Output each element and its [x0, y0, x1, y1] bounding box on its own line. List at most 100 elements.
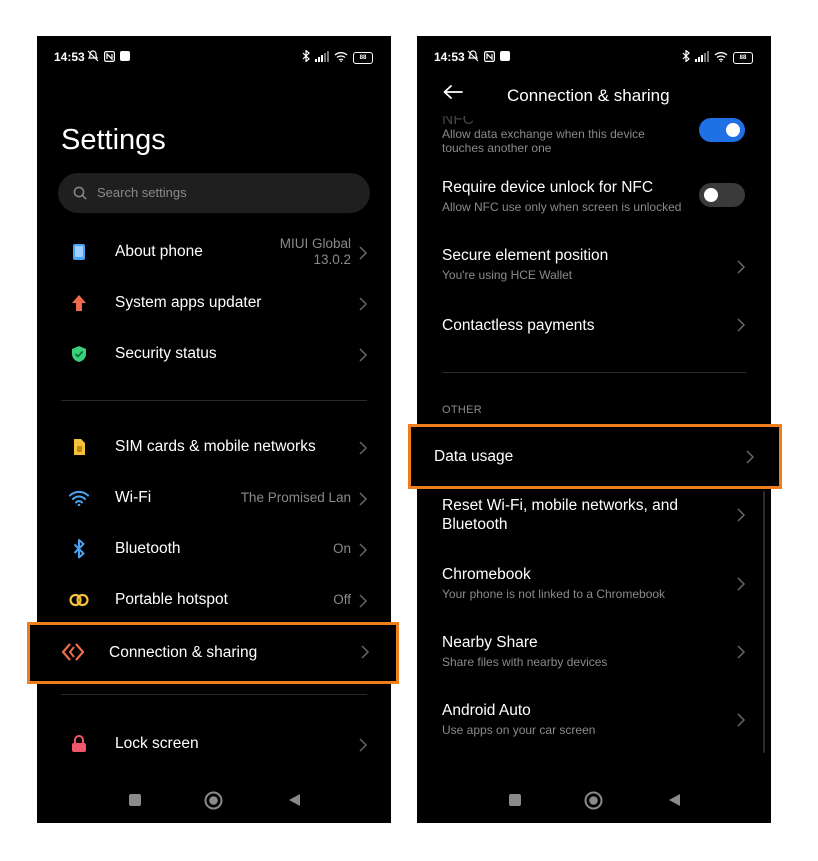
chevron-right-icon — [359, 246, 368, 260]
square-notification-icon — [499, 49, 511, 63]
about-phone-label: About phone — [115, 243, 203, 260]
miui-version-line1: MIUI Global — [279, 236, 351, 251]
system-apps-updater-label: System apps updater — [115, 294, 262, 311]
wifi-label: Wi-Fi — [115, 489, 152, 506]
header-title: Connection & sharing — [507, 86, 670, 105]
app-header: Connection & sharing — [417, 76, 771, 116]
nfc-toggle[interactable] — [699, 118, 745, 142]
home-button-icon[interactable] — [204, 791, 223, 810]
toggle-knob — [704, 188, 718, 202]
portable-hotspot-item[interactable]: Portable hotspot Off — [37, 580, 391, 620]
search-bar[interactable]: Search settings — [58, 173, 370, 213]
bluetooth-label: Bluetooth — [115, 540, 181, 557]
chevron-right-icon — [359, 297, 368, 311]
bluetooth-icon — [68, 538, 90, 560]
reset-networks-item[interactable]: Reset Wi-Fi, mobile networks, and Bluetoo… — [417, 496, 771, 540]
scrollbar[interactable] — [763, 491, 765, 753]
divider — [61, 400, 367, 401]
recents-button-icon[interactable] — [508, 793, 522, 807]
contactless-payments-item[interactable]: Contactless payments — [417, 314, 771, 338]
security-status-item[interactable]: Security status — [37, 334, 391, 374]
section-label-other: OTHER — [442, 404, 482, 416]
portable-hotspot-value: Off — [333, 592, 351, 607]
back-button-icon[interactable] — [668, 793, 681, 807]
bluetooth-status-icon — [302, 49, 310, 67]
secure-element-item[interactable]: Secure element position You're using HCE… — [417, 246, 771, 290]
notification-icons — [87, 49, 131, 63]
miui-version-line2: 13.0.2 — [313, 252, 351, 267]
chevron-right-icon — [737, 318, 746, 332]
nfc-subtitle-line2: touches another one — [442, 141, 552, 155]
bluetooth-item[interactable]: Bluetooth On — [37, 529, 391, 569]
divider — [442, 372, 746, 373]
wifi-status-icon — [714, 49, 728, 67]
wifi-status-icon — [334, 49, 348, 67]
bluetooth-status-icon — [682, 49, 690, 67]
signal-icon — [315, 49, 329, 67]
connection-sharing-item[interactable]: Connection & sharing — [27, 622, 399, 684]
lock-screen-label: Lock screen — [115, 735, 199, 752]
hotspot-icon — [68, 589, 90, 611]
back-button-icon[interactable] — [288, 793, 301, 807]
nfc-subtitle: Allow data exchange when this device touc… — [442, 127, 645, 155]
sim-cards-label: SIM cards & mobile networks — [115, 438, 316, 455]
chromebook-item[interactable]: Chromebook Your phone is not linked to a… — [417, 565, 771, 609]
navigation-bar — [37, 779, 391, 823]
signal-icon — [695, 49, 709, 67]
sim-cards-item[interactable]: SIM cards & mobile networks — [37, 427, 391, 467]
require-unlock-toggle[interactable] — [699, 183, 745, 207]
nfc-icon — [103, 49, 115, 63]
back-arrow-icon[interactable] — [442, 84, 464, 100]
square-notification-icon — [119, 49, 131, 63]
status-time: 14:53 — [434, 50, 465, 64]
settings-screen: 14:53 88 Settings Search settings About … — [37, 36, 391, 823]
nearby-share-item[interactable]: Nearby Share Share files with nearby dev… — [417, 633, 771, 677]
search-icon — [73, 186, 87, 200]
chevron-right-icon — [359, 492, 368, 506]
connection-sharing-label: Connection & sharing — [109, 644, 258, 661]
data-usage-item[interactable]: Data usage — [408, 424, 782, 489]
require-unlock-nfc-item[interactable]: Require device unlock for NFC Allow NFC … — [417, 178, 771, 222]
nearby-share-subtitle: Share files with nearby devices — [442, 655, 608, 669]
chevron-right-icon — [359, 594, 368, 608]
security-status-label: Security status — [115, 345, 217, 362]
portable-hotspot-label: Portable hotspot — [115, 591, 228, 608]
chevron-right-icon — [359, 348, 368, 362]
battery-icon: 88 — [733, 52, 753, 64]
nfc-item[interactable]: NFC Allow data exchange when this device… — [417, 111, 771, 162]
wifi-icon — [68, 487, 90, 509]
lock-screen-item[interactable]: Lock screen — [37, 724, 391, 764]
chevron-right-icon — [361, 645, 370, 659]
chevron-right-icon — [737, 645, 746, 659]
reset-title-line2: Bluetooth — [442, 516, 508, 533]
search-placeholder: Search settings — [97, 185, 187, 200]
bluetooth-value: On — [332, 541, 351, 556]
connection-sharing-icon — [61, 642, 85, 667]
reset-title-line1: Reset Wi-Fi, mobile networks, and — [442, 497, 679, 514]
system-icons: 88 — [682, 49, 753, 67]
chevron-right-icon — [359, 441, 368, 455]
sim-card-icon — [68, 436, 90, 458]
recents-button-icon[interactable] — [128, 793, 142, 807]
chevron-right-icon — [737, 260, 746, 274]
nearby-share-title: Nearby Share — [442, 634, 538, 651]
status-bar: 14:53 88 — [417, 36, 771, 76]
chevron-right-icon — [737, 577, 746, 591]
system-apps-updater-item[interactable]: System apps updater — [37, 283, 391, 323]
home-button-icon[interactable] — [584, 791, 603, 810]
secure-element-title: Secure element position — [442, 247, 609, 264]
android-auto-title: Android Auto — [442, 702, 531, 719]
navigation-bar — [417, 779, 771, 823]
phone-info-icon — [68, 241, 90, 263]
lock-icon — [68, 733, 90, 755]
data-usage-title: Data usage — [434, 448, 514, 465]
chromebook-subtitle: Your phone is not linked to a Chromebook — [442, 587, 666, 601]
about-phone-item[interactable]: About phone MIUI Global 13.0.2 — [37, 232, 391, 272]
divider — [61, 694, 367, 695]
nfc-subtitle-line1: Allow data exchange when this device — [442, 127, 645, 141]
secure-element-subtitle: You're using HCE Wallet — [442, 268, 573, 282]
wifi-item[interactable]: Wi-Fi The Promised Lan — [37, 478, 391, 518]
require-unlock-title: Require device unlock for NFC — [442, 179, 654, 196]
wifi-network-name: The Promised Lan — [240, 490, 351, 505]
android-auto-item[interactable]: Android Auto Use apps on your car screen — [417, 701, 771, 745]
